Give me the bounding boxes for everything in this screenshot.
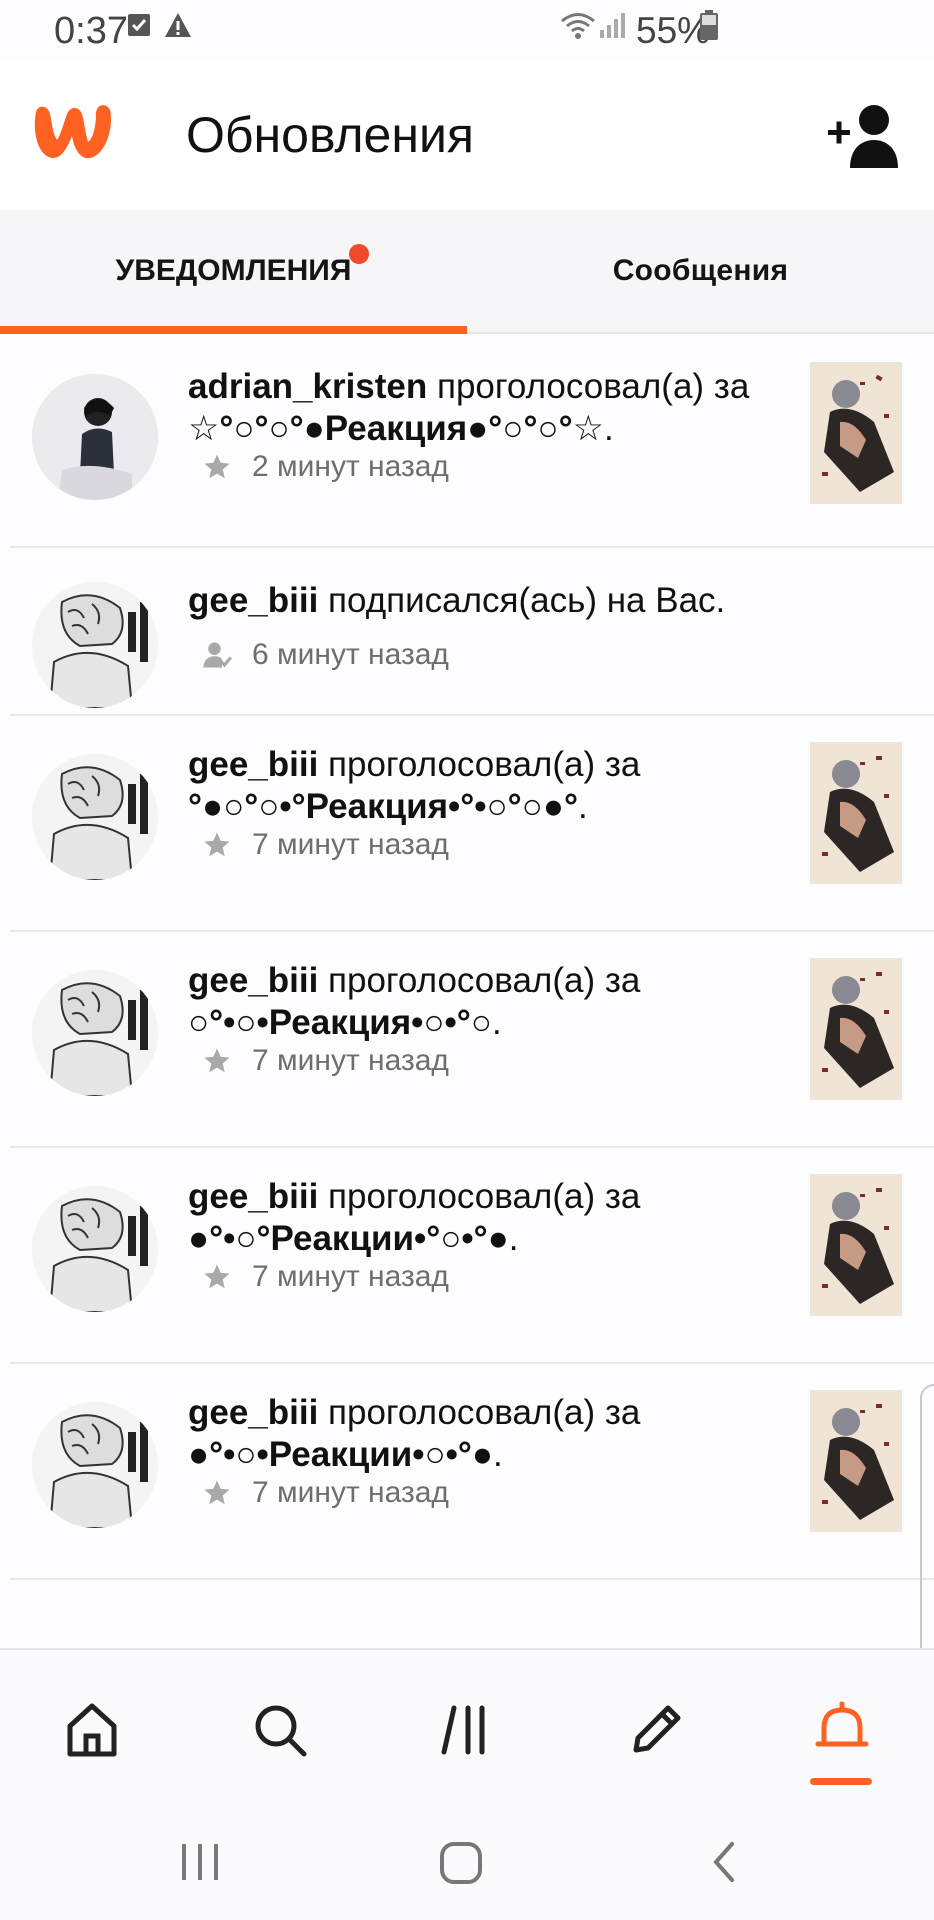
nav-write[interactable] <box>616 1690 696 1770</box>
story-title[interactable]: °●○°○•°Реакция•°•○°○●° <box>188 787 578 826</box>
action-text: проголосовал(а) за <box>318 1177 641 1216</box>
notification-meta: 7 минут назад <box>202 828 449 862</box>
bell-icon <box>815 1701 869 1747</box>
add-user-button[interactable] <box>828 102 904 170</box>
notification-text: gee_biii подписался(ась) на Вас. <box>188 580 788 622</box>
notification-item[interactable]: gee_biii проголосовал(а) за ●°•○•Реакции•… <box>10 1362 934 1580</box>
notification-badge <box>349 244 369 264</box>
timestamp: 7 минут назад <box>252 828 449 861</box>
timestamp: 7 минут назад <box>252 1476 449 1509</box>
notification-item[interactable]: gee_biii проголосовал(а) за ●°•○°Реакции•… <box>10 1146 934 1364</box>
tab-active-indicator <box>0 326 467 334</box>
story-cover[interactable] <box>810 958 902 1100</box>
recent-apps-icon <box>182 1844 218 1880</box>
system-nav-bar <box>0 1808 934 1920</box>
scroll-handle[interactable] <box>920 1384 934 1678</box>
story-title[interactable]: ●°•○°Реакции•°○•°● <box>188 1219 509 1258</box>
nav-notifications[interactable] <box>802 1690 882 1770</box>
recent-apps-button[interactable] <box>178 1840 222 1889</box>
notification-meta: 7 минут назад <box>202 1044 449 1078</box>
avatar[interactable] <box>32 754 158 880</box>
tab-notifications[interactable]: УВЕДОМЛЕНИЯ <box>0 210 467 334</box>
notification-text: gee_biii проголосовал(а) за °●○°○•°Реакци… <box>188 745 641 826</box>
add-user-icon <box>828 105 898 168</box>
notification-meta: 7 минут назад <box>202 1260 449 1294</box>
tab-messages[interactable]: Сообщения <box>467 210 934 332</box>
story-cover[interactable] <box>810 1390 902 1532</box>
back-button[interactable] <box>708 1840 742 1889</box>
avatar[interactable] <box>32 374 158 500</box>
checkbox-notification-icon <box>128 14 150 41</box>
star-icon <box>204 454 230 479</box>
follow-icon <box>203 642 232 668</box>
notification-text: adrian_kristen проголосовал(а) за ☆°○°○°●… <box>188 367 750 448</box>
username[interactable]: gee_biii <box>188 1393 318 1432</box>
username[interactable]: gee_biii <box>188 1177 318 1216</box>
app-header: Обновления <box>0 62 934 210</box>
story-title[interactable]: ☆°○°○°●Реакция●°○°○°☆ <box>188 409 604 448</box>
notification-meta: 2 минут назад <box>202 450 449 484</box>
action-text: проголосовал(а) за <box>318 1393 641 1432</box>
page-title: Обновления <box>186 107 474 163</box>
home-circle-icon <box>440 1842 482 1884</box>
timestamp: 6 минут назад <box>252 638 449 671</box>
home-icon <box>67 1703 117 1757</box>
signal-icon <box>600 12 626 43</box>
avatar[interactable] <box>32 1402 158 1528</box>
battery-percent: 55% <box>636 10 711 51</box>
timestamp: 7 минут назад <box>252 1044 449 1077</box>
avatar[interactable] <box>32 970 158 1096</box>
tab-notifications-label: УВЕДОМЛЕНИЯ <box>115 254 352 287</box>
avatar[interactable] <box>32 1186 158 1312</box>
story-cover[interactable] <box>810 1174 902 1316</box>
bottom-nav <box>0 1648 934 1810</box>
username[interactable]: gee_biii <box>188 961 318 1000</box>
notification-text: gee_biii проголосовал(а) за ●°•○•Реакции•… <box>188 1393 641 1474</box>
write-icon <box>633 1705 681 1753</box>
notification-item[interactable]: gee_biii подписался(ась) на Вас. 6 минут… <box>10 546 934 716</box>
story-title[interactable]: ○°•○•Реакция•○•°○ <box>188 1003 492 1042</box>
status-bar: 0:37 55% <box>0 0 934 62</box>
status-time: 0:37 <box>54 10 128 52</box>
search-icon <box>255 1705 307 1757</box>
nav-search[interactable] <box>240 1690 320 1770</box>
tab-messages-label: Сообщения <box>612 254 789 287</box>
username[interactable]: gee_biii <box>188 581 318 620</box>
tab-bar: УВЕДОМЛЕНИЯ Сообщения <box>0 210 934 334</box>
nav-library[interactable] <box>428 1690 508 1770</box>
avatar[interactable] <box>32 582 158 708</box>
action-text: проголосовал(а) за <box>318 961 641 1000</box>
star-icon <box>204 1480 230 1505</box>
star-icon <box>204 1048 230 1073</box>
wifi-icon <box>560 12 596 45</box>
username[interactable]: adrian_kristen <box>188 367 427 406</box>
action-text: проголосовал(а) за <box>318 745 641 784</box>
username[interactable]: gee_biii <box>188 745 318 784</box>
back-icon <box>713 1842 734 1882</box>
notification-item[interactable]: gee_biii проголосовал(а) за ○°•○•Реакция•… <box>10 930 934 1148</box>
notification-item[interactable]: adrian_kristen проголосовал(а) за ☆°○°○°●… <box>10 334 934 548</box>
story-cover[interactable] <box>810 362 902 504</box>
notification-meta: 6 минут назад <box>202 638 449 672</box>
timestamp: 7 минут назад <box>252 1260 449 1293</box>
star-icon <box>204 832 230 857</box>
notification-text: gee_biii проголосовал(а) за ●°•○°Реакции•… <box>188 1177 641 1258</box>
timestamp: 2 минут назад <box>252 450 449 483</box>
nav-home[interactable] <box>52 1690 132 1770</box>
home-system-button[interactable] <box>438 1840 484 1891</box>
action-text: проголосовал(а) за <box>427 367 750 406</box>
story-title[interactable]: ●°•○•Реакции•○•°● <box>188 1435 493 1474</box>
nav-active-indicator <box>810 1778 872 1785</box>
action-text: подписался(ась) на Вас. <box>318 581 726 620</box>
warning-icon <box>164 12 192 43</box>
notification-item[interactable]: gee_biii проголосовал(а) за °●○°○•°Реакци… <box>10 714 934 932</box>
notification-meta: 7 минут назад <box>202 1476 449 1510</box>
notification-text: gee_biii проголосовал(а) за ○°•○•Реакция•… <box>188 961 641 1042</box>
battery-icon <box>700 10 718 45</box>
library-icon <box>441 1705 485 1755</box>
star-icon <box>204 1264 230 1289</box>
wattpad-logo[interactable] <box>30 102 114 171</box>
story-cover[interactable] <box>810 742 902 884</box>
